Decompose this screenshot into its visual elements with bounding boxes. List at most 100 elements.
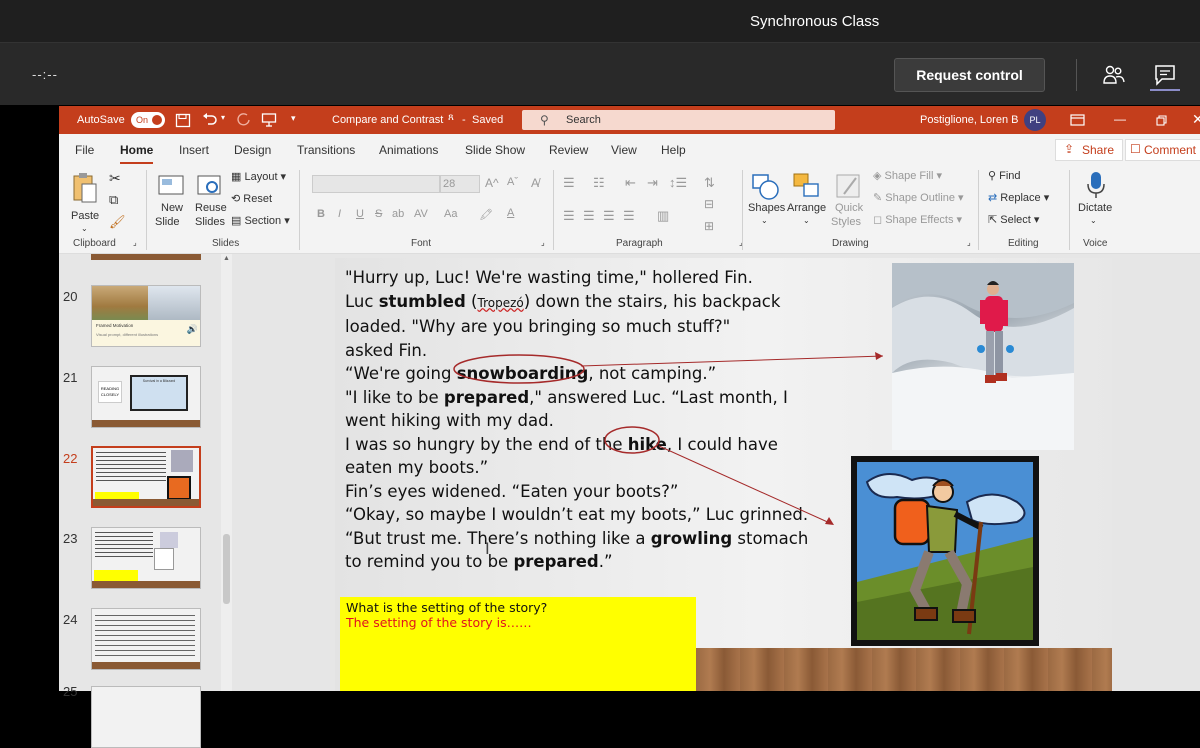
avatar[interactable]: PL — [1024, 109, 1046, 131]
slide-canvas[interactable]: "Hurry up, Luc! We're wasting time," hol… — [335, 258, 1112, 691]
layout-button[interactable]: ▦ Layout ▾ — [231, 170, 286, 183]
select-button[interactable]: ⇱ Select ▾ — [988, 213, 1039, 226]
tab-view[interactable]: View — [611, 143, 637, 157]
shadow-icon[interactable]: ab — [392, 208, 404, 220]
align-text-icon[interactable]: ⊟ — [704, 197, 714, 211]
autosave-toggle[interactable]: On — [131, 112, 165, 128]
dialog-launcher-icon[interactable]: ⌟ — [967, 238, 971, 247]
quick-styles-icon[interactable] — [834, 172, 864, 202]
snowboarding-circle — [453, 354, 585, 384]
new-slide-icon[interactable] — [157, 172, 185, 198]
chat-icon[interactable] — [1153, 63, 1177, 87]
dictate-label[interactable]: Dictate — [1078, 202, 1112, 214]
slide-thumbnail-22[interactable] — [91, 446, 201, 508]
dialog-launcher-icon[interactable]: ⌟ — [541, 238, 545, 247]
italic-icon[interactable]: I — [338, 208, 341, 220]
restore-icon[interactable] — [1156, 115, 1167, 126]
tab-help[interactable]: Help — [661, 143, 686, 157]
tab-transitions[interactable]: Transitions — [297, 143, 355, 157]
share-button[interactable]: ⇪ Share — [1055, 139, 1123, 161]
tab-home[interactable]: Home — [120, 143, 154, 165]
redo-icon[interactable] — [236, 112, 251, 127]
slide-thumbnail-25[interactable] — [91, 686, 201, 748]
arrange-label[interactable]: Arrange — [787, 202, 826, 214]
bold-icon[interactable]: B — [317, 208, 325, 220]
ribbon-display-icon[interactable] — [1070, 114, 1085, 126]
bullets-icon[interactable]: ☰ — [563, 175, 575, 191]
quick-styles-label[interactable]: Quick — [835, 202, 863, 214]
chevron-down-icon[interactable]: ⌄ — [761, 216, 768, 225]
tab-design[interactable]: Design — [234, 143, 271, 157]
highlight-icon[interactable]: 🖍 — [479, 208, 493, 221]
thumbnail-snow-image — [148, 286, 200, 320]
tab-review[interactable]: Review — [549, 143, 588, 157]
tab-slide-show[interactable]: Slide Show — [465, 143, 525, 157]
chevron-down-icon[interactable]: ⌄ — [81, 224, 88, 233]
shapes-icon[interactable] — [751, 172, 781, 202]
section-button[interactable]: ▤ Section ▾ — [231, 214, 290, 227]
increase-indent-icon[interactable]: ⇥ — [647, 175, 658, 191]
tab-animations[interactable]: Animations — [379, 143, 438, 157]
chevron-down-icon[interactable]: ▾ — [221, 113, 225, 122]
scroll-up-icon[interactable]: ▲ — [223, 255, 230, 262]
reset-button[interactable]: ⟲ Reset — [231, 192, 272, 205]
slide-thumbnail-23[interactable] — [91, 527, 201, 589]
comments-button[interactable]: ☐ Comment — [1125, 139, 1200, 161]
replace-icon: ⇄ — [988, 192, 998, 204]
quick-styles-label-2[interactable]: Styles — [831, 216, 861, 228]
question-box[interactable]: What is the setting of the story? The se… — [340, 597, 696, 691]
reuse-slides-icon[interactable] — [196, 172, 224, 198]
strikethrough-icon[interactable]: S — [375, 208, 382, 220]
font-color-icon[interactable]: A — [507, 207, 514, 219]
tab-file[interactable]: File — [75, 143, 94, 157]
undo-icon[interactable] — [202, 112, 218, 127]
replace-button[interactable]: ⇄ Replace ▾ — [988, 191, 1049, 204]
line-spacing-icon[interactable]: ↕☰ — [669, 175, 687, 191]
slide-number: 21 — [63, 370, 78, 385]
arrange-icon[interactable] — [792, 172, 822, 202]
shapes-label[interactable]: Shapes — [748, 202, 785, 214]
align-right-icon[interactable]: ☰ — [603, 208, 615, 224]
people-icon[interactable] — [1102, 63, 1126, 87]
grow-font-icon[interactable]: A^ — [485, 176, 499, 190]
shape-effects-button[interactable]: ◻ Shape Effects ▾ — [873, 213, 962, 226]
numbering-icon[interactable]: ☷ — [593, 175, 605, 191]
columns-icon[interactable]: ▥ — [657, 208, 669, 224]
find-button[interactable]: ⚲ Find — [988, 169, 1021, 182]
thumbnail-scrollbar[interactable]: ▲ — [221, 254, 232, 691]
spacing-icon[interactable]: AV — [414, 208, 428, 220]
shrink-font-icon[interactable]: Aˇ — [507, 176, 518, 188]
slide-thumbnail-24[interactable] — [91, 608, 201, 670]
scrollbar-thumb[interactable] — [223, 534, 230, 604]
search-box[interactable]: ⚲ Search — [522, 110, 835, 130]
microphone-icon[interactable] — [1085, 170, 1107, 200]
smartart-icon[interactable]: ⊞ — [704, 219, 714, 233]
shape-fill-button[interactable]: ◈ Shape Fill ▾ — [873, 169, 942, 182]
layout-icon: ▦ — [231, 171, 242, 183]
close-icon[interactable]: ✕ — [1192, 111, 1200, 128]
font-size-box[interactable]: 28 — [440, 175, 480, 193]
tab-insert[interactable]: Insert — [179, 143, 209, 157]
minimize-icon[interactable]: — — [1114, 112, 1126, 126]
align-center-icon[interactable]: ☰ — [583, 208, 595, 224]
customize-toolbar-icon[interactable]: ▾ — [291, 113, 296, 124]
slide-thumbnail-20[interactable]: Framed Motivation Visual prompt, differe… — [91, 285, 201, 347]
text-direction-icon[interactable]: ⇅ — [704, 175, 715, 191]
chevron-down-icon[interactable]: ⌄ — [803, 216, 810, 225]
align-left-icon[interactable]: ☰ — [563, 208, 575, 224]
font-name-box[interactable] — [312, 175, 440, 193]
present-from-start-icon[interactable] — [261, 112, 277, 128]
clear-format-icon[interactable]: A̸ — [531, 176, 539, 190]
underline-icon[interactable]: U — [356, 208, 364, 220]
shape-effects-icon: ◻ — [873, 214, 883, 226]
chevron-down-icon[interactable]: ⌄ — [1090, 216, 1097, 225]
justify-icon[interactable]: ☰ — [623, 208, 635, 224]
decrease-indent-icon[interactable]: ⇤ — [625, 175, 636, 191]
document-title[interactable]: Compare and Contrast — [332, 114, 443, 126]
slide-thumbnail-21[interactable]: READING CLOSELY Survival in a Blizzard — [91, 366, 201, 428]
save-icon[interactable] — [175, 113, 191, 128]
cut-icon[interactable]: ✂ — [109, 170, 121, 187]
shape-outline-button[interactable]: ✎ Shape Outline ▾ — [873, 191, 964, 204]
request-control-button[interactable]: Request control — [894, 58, 1045, 92]
change-case-icon[interactable]: Aa — [444, 208, 457, 220]
